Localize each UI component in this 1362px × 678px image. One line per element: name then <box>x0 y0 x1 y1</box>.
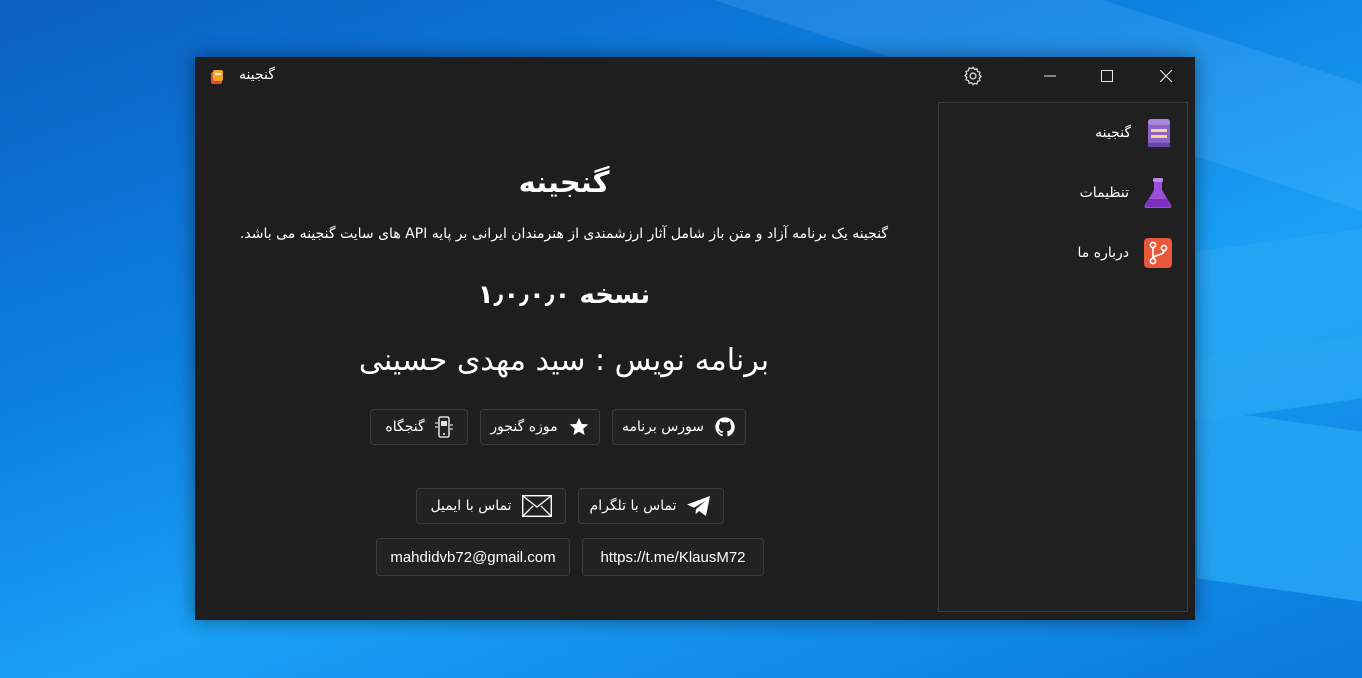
git-branch-icon <box>1144 238 1172 268</box>
ganjoor-museum-button[interactable]: موزه گنجور <box>480 409 600 445</box>
close-icon <box>1160 70 1172 82</box>
author-label: برنامه نویس : سید مهدی حسینی <box>358 343 770 378</box>
telegram-link[interactable]: https://t.me/KlausM72 <box>582 538 764 576</box>
source-code-button[interactable]: سورس برنامه <box>612 409 746 445</box>
app-logo-icon <box>211 70 223 84</box>
window-title: گنجینه <box>239 67 275 83</box>
email-contact-button[interactable]: تماس با ایمیل <box>416 488 566 524</box>
nav-item-about[interactable]: درباره ما <box>1078 233 1173 273</box>
version-label: نسخه ۱٫۰٫۰٫۰ <box>477 280 651 310</box>
book-icon <box>1148 119 1170 147</box>
nav-item-label: گنجینه <box>1095 125 1131 141</box>
gear-icon <box>964 66 982 86</box>
title-bar[interactable]: گنجینه <box>195 57 1195 97</box>
app-description: گنجینه یک برنامه آزاد و متن باز شامل آثا… <box>239 226 889 242</box>
ganjgah-button[interactable]: گنجگاه <box>370 409 468 445</box>
minimize-icon <box>1044 75 1056 77</box>
phone-app-icon <box>434 416 453 438</box>
telegram-icon <box>687 496 711 516</box>
source-code-label: سورس برنامه <box>621 419 705 435</box>
maximize-icon <box>1101 70 1113 82</box>
minimize-button[interactable] <box>1027 57 1073 95</box>
email-link[interactable]: mahdidvb72@gmail.com <box>376 538 570 576</box>
mail-icon <box>521 495 552 517</box>
telegram-contact-label: تماس با تلگرام <box>589 498 677 514</box>
close-button[interactable] <box>1143 57 1189 95</box>
nav-item-ganjineh[interactable]: گنجینه <box>1095 113 1173 153</box>
ganjgah-label: گنجگاه <box>385 419 425 435</box>
nav-item-label: تنظیمات <box>1079 185 1129 201</box>
app-window: گنجینه گنجینه گنجینه یک برنامه آزاد و مت… <box>195 57 1195 620</box>
about-page: گنجینه گنجینه یک برنامه آزاد و متن باز ش… <box>195 97 933 617</box>
nav-item-settings[interactable]: تنظیمات <box>1080 173 1173 213</box>
ganjoor-museum-label: موزه گنجور <box>490 419 558 435</box>
navigation-pane: گنجینه تنظیمات درباره ما <box>938 102 1188 612</box>
email-contact-label: تماس با ایمیل <box>430 498 512 514</box>
github-icon <box>715 417 735 437</box>
app-name-heading: گنجینه <box>518 165 610 199</box>
flask-icon <box>1144 178 1172 208</box>
star-icon <box>569 417 588 436</box>
settings-button[interactable] <box>957 57 989 95</box>
nav-item-label: درباره ما <box>1077 245 1129 261</box>
telegram-contact-button[interactable]: تماس با تلگرام <box>578 488 724 524</box>
maximize-button[interactable] <box>1084 57 1130 95</box>
